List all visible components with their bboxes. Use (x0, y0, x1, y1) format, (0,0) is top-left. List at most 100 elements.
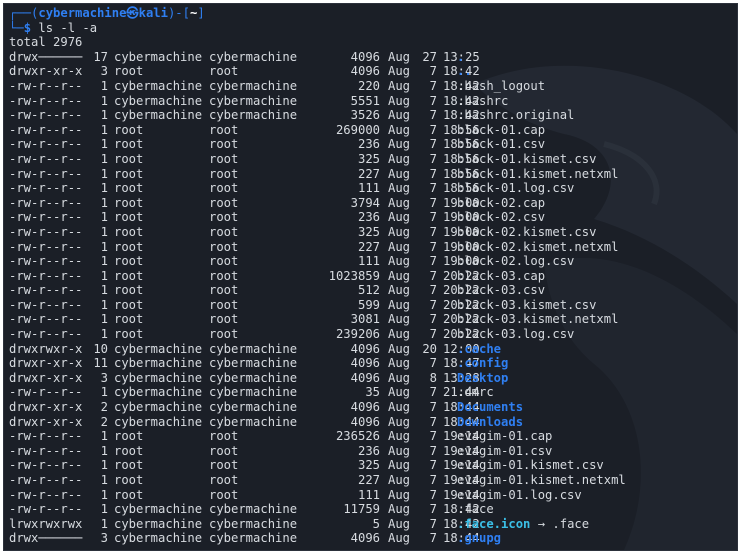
entry-name[interactable]: .. (457, 64, 472, 79)
entry-name-text[interactable]: black-01.kismet.netxml (457, 167, 618, 181)
entry-name-text[interactable]: Desktop (457, 371, 508, 385)
listing-row: -rw-r--r-- 1 root root 111 Aug 7 19:00 black-02.… (9, 254, 737, 269)
entry-name-text[interactable]: black-02.cap (457, 196, 545, 210)
entry-month: Aug (388, 327, 411, 342)
entry-name[interactable]: black-02.log.csv (457, 254, 574, 269)
entry-name[interactable]: black-02.csv (457, 210, 545, 225)
entry-links: 10 (93, 341, 108, 356)
entry-name[interactable]: .bash_logout (457, 79, 545, 94)
terminal-window[interactable]: ┌──(cybermachine㉿kali)-[~] └─$ ls -l -a … (3, 3, 738, 551)
entry-name[interactable]: evagim-01.kismet.csv (457, 458, 604, 473)
entry-name-text[interactable]: Documents (457, 400, 523, 414)
entry-size: 4096 (350, 64, 380, 79)
entry-name[interactable]: Downloads (457, 415, 523, 430)
entry-links: 1 (100, 78, 108, 93)
entry-name-text[interactable]: black-02.kismet.csv (457, 225, 596, 239)
entry-name-text[interactable]: black-01.csv (457, 137, 545, 151)
entry-name[interactable]: .cache (457, 342, 501, 357)
entry-name[interactable]: .bashrc.original (457, 108, 574, 123)
entry-name-text[interactable]: black-03.csv (457, 283, 545, 297)
entry-name-text[interactable]: black-03.log.csv (457, 327, 574, 341)
entry-name-text[interactable]: black-01.kismet.csv (457, 152, 596, 166)
entry-group: root (209, 239, 239, 254)
entry-name[interactable]: black-01.csv (457, 137, 545, 152)
entry-owner: root (114, 151, 144, 166)
entry-day: 7 (429, 93, 437, 108)
entry-name[interactable]: .bashrc (457, 94, 508, 109)
entry-owner: root (114, 429, 144, 444)
entry-name-text[interactable]: .cache (457, 342, 501, 356)
entry-perm: drwxr-xr-x (9, 64, 83, 79)
entry-name[interactable]: black-01.log.csv (457, 181, 574, 196)
entry-perm: drwxr-xr-x (9, 356, 83, 371)
entry-name-text[interactable]: . (457, 50, 464, 64)
entry-name-text[interactable]: evagim-01.kismet.csv (457, 458, 604, 472)
entry-name-text[interactable]: black-02.kismet.netxml (457, 240, 618, 254)
entry-name-text[interactable]: black-03.cap (457, 269, 545, 283)
entry-name[interactable]: evagim-01.csv (457, 444, 552, 459)
entry-name[interactable]: evagim-01.cap (457, 429, 552, 444)
entry-name-text[interactable]: Downloads (457, 415, 523, 429)
listing-row: drwx────── 17 cybermachine cybermachine 4096… (9, 50, 737, 65)
entry-name[interactable]: black-03.csv (457, 283, 545, 298)
entry-name[interactable]: .gnupg (457, 531, 501, 546)
entry-name[interactable]: black-01.kismet.netxml (457, 167, 618, 182)
entry-name-text[interactable]: .face (457, 502, 494, 516)
entry-name[interactable]: .face (457, 502, 494, 517)
entry-name-text[interactable]: .config (457, 356, 508, 370)
entry-links: 1 (100, 181, 108, 196)
entry-owner: root (114, 283, 144, 298)
entry-name-text[interactable]: .bashrc.original (457, 108, 574, 122)
entry-name[interactable]: black-01.cap (457, 123, 545, 138)
entry-links: 1 (100, 137, 108, 152)
entry-owner: root (114, 297, 144, 312)
entry-name-text[interactable]: .. (457, 64, 472, 78)
entry-name[interactable]: black-02.kismet.csv (457, 225, 596, 240)
command-text[interactable]: ls -l -a (38, 21, 97, 35)
entry-name[interactable]: black-01.kismet.csv (457, 152, 596, 167)
entry-links: 1 (100, 443, 108, 458)
entry-name-text[interactable]: black-02.csv (457, 210, 545, 224)
entry-day: 7 (429, 502, 437, 517)
entry-name[interactable]: black-03.cap (457, 269, 545, 284)
entry-month: Aug (388, 78, 411, 93)
entry-name-text[interactable]: .dmrc (457, 385, 494, 399)
entry-name-text[interactable]: evagim-01.cap (457, 429, 552, 443)
entry-name-text[interactable]: evagim-01.csv (457, 444, 552, 458)
entry-perm: -rw-r--r-- (9, 297, 83, 312)
entry-name[interactable]: Desktop (457, 371, 508, 386)
entry-month: Aug (388, 400, 411, 415)
entry-name-text[interactable]: evagim-01.kismet.netxml (457, 473, 626, 487)
entry-links: 1 (100, 487, 108, 502)
entry-name-text[interactable]: evagim-01.log.csv (457, 488, 582, 502)
entry-name-text[interactable]: .gnupg (457, 531, 501, 545)
entry-name-text[interactable]: black-02.log.csv (457, 254, 574, 268)
entry-name-text[interactable]: black-01.log.csv (457, 181, 574, 195)
entry-name-text[interactable]: black-03.kismet.csv (457, 298, 596, 312)
entry-name[interactable]: black-02.kismet.netxml (457, 240, 618, 255)
entry-perm: -rw-r--r-- (9, 502, 83, 517)
entry-name[interactable]: .config (457, 356, 508, 371)
entry-links: 1 (100, 283, 108, 298)
entry-name[interactable]: evagim-01.kismet.netxml (457, 473, 626, 488)
entry-name-text[interactable]: black-01.cap (457, 123, 545, 137)
entry-name[interactable]: evagim-01.log.csv (457, 488, 582, 503)
entry-name-text[interactable]: black-03.kismet.netxml (457, 312, 618, 326)
listing-row: -rw-r--r-- 1 cybermachine cybermachine 3526 A… (9, 108, 737, 123)
entry-name[interactable]: Documents (457, 400, 523, 415)
entry-name[interactable]: . (457, 50, 464, 65)
entry-name[interactable]: .dmrc (457, 385, 494, 400)
entry-name-text[interactable]: .bashrc (457, 94, 508, 108)
entry-name[interactable]: black-03.kismet.csv (457, 298, 596, 313)
entry-links: 1 (100, 195, 108, 210)
entry-name[interactable]: .face.icon → .face (457, 517, 589, 532)
listing-row: -rw-r--r-- 1 root root 269000 Aug 7 18:56 black-… (9, 123, 737, 138)
entry-name-text[interactable]: .bash_logout (457, 79, 545, 93)
entry-name[interactable]: black-02.cap (457, 196, 545, 211)
entry-perm: -rw-r--r-- (9, 327, 83, 342)
entry-name[interactable]: black-03.kismet.netxml (457, 312, 618, 327)
entry-name-text[interactable]: .face.icon (457, 517, 530, 531)
entry-name[interactable]: black-03.log.csv (457, 327, 574, 342)
entry-owner: root (114, 268, 144, 283)
entry-day: 8 (429, 370, 437, 385)
